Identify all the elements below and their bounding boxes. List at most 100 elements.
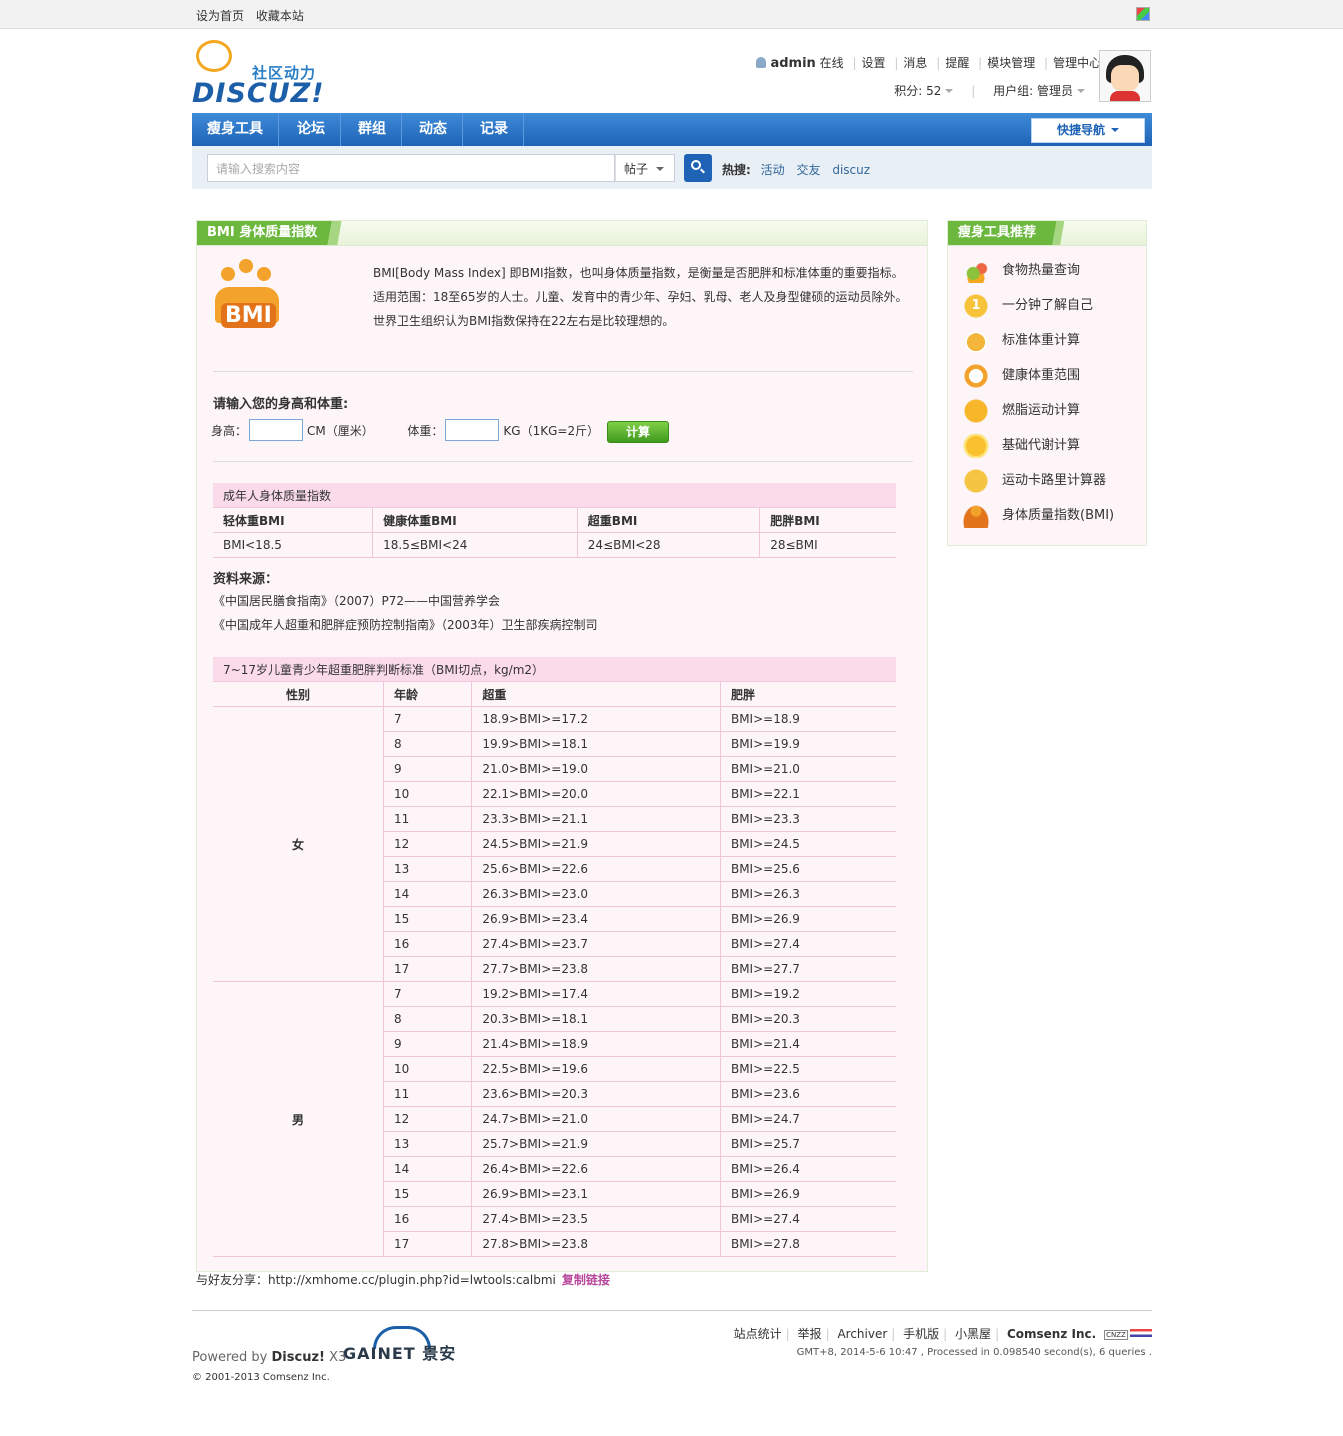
hot-search-link[interactable]: discuz	[832, 163, 870, 177]
height-input[interactable]	[249, 419, 304, 441]
standard-weight-icon	[962, 329, 990, 353]
table-cell: 25.7>BMI>=21.9	[471, 1131, 721, 1157]
footer-link-stats[interactable]: 站点统计	[734, 1327, 782, 1341]
search-type-select[interactable]: 帖子	[615, 154, 675, 182]
online-status[interactable]: 在线	[820, 56, 844, 70]
messages-link[interactable]: 消息	[903, 56, 927, 70]
gainet-logo[interactable]: GAINET 景安	[343, 1326, 459, 1363]
table-cell: 26.4>BMI>=22.6	[471, 1156, 721, 1182]
table-header: 肥胖	[719, 681, 896, 707]
chevron-down-icon	[656, 167, 664, 171]
settings-link[interactable]: 设置	[862, 56, 886, 70]
nav-tab-forum[interactable]: 论坛	[282, 113, 341, 146]
cnzz-badge[interactable]: CNZZ	[1104, 1330, 1128, 1340]
table-cell: 9	[382, 756, 472, 782]
tools-list: 食物热量查询 1 一分钟了解自己 标准体重计算 健康体重范围 燃脂运动计算 基础代…	[962, 257, 1114, 537]
copyright: © 2001-2013 Comsenz Inc.	[192, 1372, 330, 1383]
bmr-icon	[962, 434, 990, 458]
tool-item-standard-weight[interactable]: 标准体重计算	[962, 327, 1114, 362]
table-cell: BMI>=26.9	[719, 1181, 896, 1207]
table-header: 超重BMI	[576, 507, 760, 533]
table-cell: 27.4>BMI>=23.7	[471, 931, 721, 957]
hot-search-link[interactable]: 活动	[761, 163, 785, 177]
table-header: 轻体重BMI	[213, 507, 373, 533]
tool-item-food-calorie[interactable]: 食物热量查询	[962, 257, 1114, 292]
user-group-menu[interactable]: 用户组: 管理员	[993, 84, 1085, 98]
table-cell: 25.6>BMI>=22.6	[471, 856, 721, 882]
height-unit: CM（厘米）	[307, 423, 374, 438]
user-menu: admin 在线 |设置 |消息 |提醒 |模块管理 |管理中心 |退出	[756, 54, 1143, 71]
notifications-link[interactable]: 提醒	[945, 56, 969, 70]
table-cell: 27.4>BMI>=23.5	[471, 1206, 721, 1232]
powered-by: Powered by Discuz! X3	[192, 1350, 347, 1365]
user-icon	[756, 57, 767, 68]
tools-sidebar: 瘦身工具推荐 食物热量查询 1 一分钟了解自己 标准体重计算 健康体重范围 燃脂运…	[947, 220, 1147, 546]
avatar[interactable]	[1099, 50, 1151, 102]
table-cell: 15	[382, 1181, 472, 1207]
points-menu[interactable]: 积分: 52	[894, 84, 954, 98]
table-cell: BMI>=24.5	[719, 831, 896, 857]
table-cell: 19.2>BMI>=17.4	[471, 981, 721, 1007]
table-cell: 14	[382, 1156, 472, 1182]
table-header: 肥胖BMI	[759, 507, 896, 533]
search-input[interactable]: 请输入搜索内容	[207, 154, 615, 182]
company-link[interactable]: Comsenz Inc.	[1007, 1327, 1096, 1341]
table-cell: BMI>=27.8	[719, 1231, 896, 1257]
hot-search-link[interactable]: 交友	[796, 163, 820, 177]
tool-item-calorie[interactable]: 运动卡路里计算器	[962, 467, 1114, 502]
table-cell: 26.9>BMI>=23.1	[471, 1181, 721, 1207]
table-cell: 24.5>BMI>=21.9	[471, 831, 721, 857]
table-cell: BMI>=27.4	[719, 931, 896, 957]
one-minute-icon: 1	[962, 294, 990, 318]
table-cell: BMI>=26.3	[719, 881, 896, 907]
table-cell: BMI>=22.1	[719, 781, 896, 807]
bmi-logo-icon: BMI	[211, 259, 283, 349]
table-cell: 23.6>BMI>=20.3	[471, 1081, 721, 1107]
style-switch-icon[interactable]	[1136, 7, 1150, 21]
discuz-link[interactable]: Discuz!	[272, 1350, 325, 1365]
nav-tab-groups[interactable]: 群组	[343, 113, 402, 146]
nav-tab-records[interactable]: 记录	[465, 113, 524, 146]
footer-link-blacklist[interactable]: 小黑屋	[955, 1327, 991, 1341]
tool-item-bmr[interactable]: 基础代谢计算	[962, 432, 1114, 467]
footer-link-archiver[interactable]: Archiver	[837, 1327, 887, 1341]
username-link[interactable]: admin	[770, 56, 815, 71]
site-logo[interactable]: 社区动力 DISCUZ!	[192, 40, 332, 109]
share-url[interactable]: http://xmhome.cc/plugin.php?id=lwtools:c…	[268, 1273, 556, 1287]
table-cell: BMI>=27.4	[719, 1206, 896, 1232]
table-header: 健康体重BMI	[372, 507, 578, 533]
nav-tab-feed[interactable]: 动态	[404, 113, 463, 146]
footer-link-mobile[interactable]: 手机版	[903, 1327, 939, 1341]
share-bar: 与好友分享：http://xmhome.cc/plugin.php?id=lwt…	[196, 1273, 610, 1287]
tool-item-bmi[interactable]: 身体质量指数(BMI)	[962, 502, 1114, 537]
bookmark-link[interactable]: 收藏本站	[256, 9, 304, 23]
footer-link-report[interactable]: 举报	[798, 1327, 822, 1341]
table-cell: 14	[382, 881, 472, 907]
admin-center-link[interactable]: 管理中心	[1053, 56, 1101, 70]
bmi-form: 身高： CM（厘米） 体重： KG（1KG=2斤）	[211, 419, 599, 441]
weight-input[interactable]	[445, 419, 500, 441]
table-cell: BMI>=25.6	[719, 856, 896, 882]
copy-link-button[interactable]: 复制链接	[562, 1273, 610, 1287]
table-cell: 12	[382, 831, 472, 857]
adult-bmi-table: 成年人身体质量指数 轻体重BMI 健康体重BMI 超重BMI 肥胖BMI BMI…	[213, 483, 896, 558]
table-cell: 22.5>BMI>=19.6	[471, 1056, 721, 1082]
tool-item-healthy-weight[interactable]: 健康体重范围	[962, 362, 1114, 397]
set-homepage-link[interactable]: 设为首页	[196, 9, 244, 23]
chevron-down-icon	[1111, 128, 1119, 132]
table-cell: 9	[382, 1031, 472, 1057]
search-button[interactable]	[684, 154, 712, 182]
tool-item-fat-burn[interactable]: 燃脂运动计算	[962, 397, 1114, 432]
nav-tab-slim-tools[interactable]: 瘦身工具	[192, 113, 279, 146]
chevron-down-icon	[1077, 89, 1085, 93]
table-cell: 26.9>BMI>=23.4	[471, 906, 721, 932]
table-cell: 15	[382, 906, 472, 932]
module-manage-link[interactable]: 模块管理	[987, 56, 1035, 70]
quick-nav-button[interactable]: 快捷导航	[1031, 118, 1145, 143]
table-cell: 11	[382, 806, 472, 832]
tool-item-one-minute[interactable]: 1 一分钟了解自己	[962, 292, 1114, 327]
table-cell: 28≤BMI	[759, 532, 896, 558]
table-cell: 7	[382, 706, 472, 732]
calculate-button[interactable]: 计算	[607, 421, 669, 443]
table-cell: 8	[382, 1006, 472, 1032]
